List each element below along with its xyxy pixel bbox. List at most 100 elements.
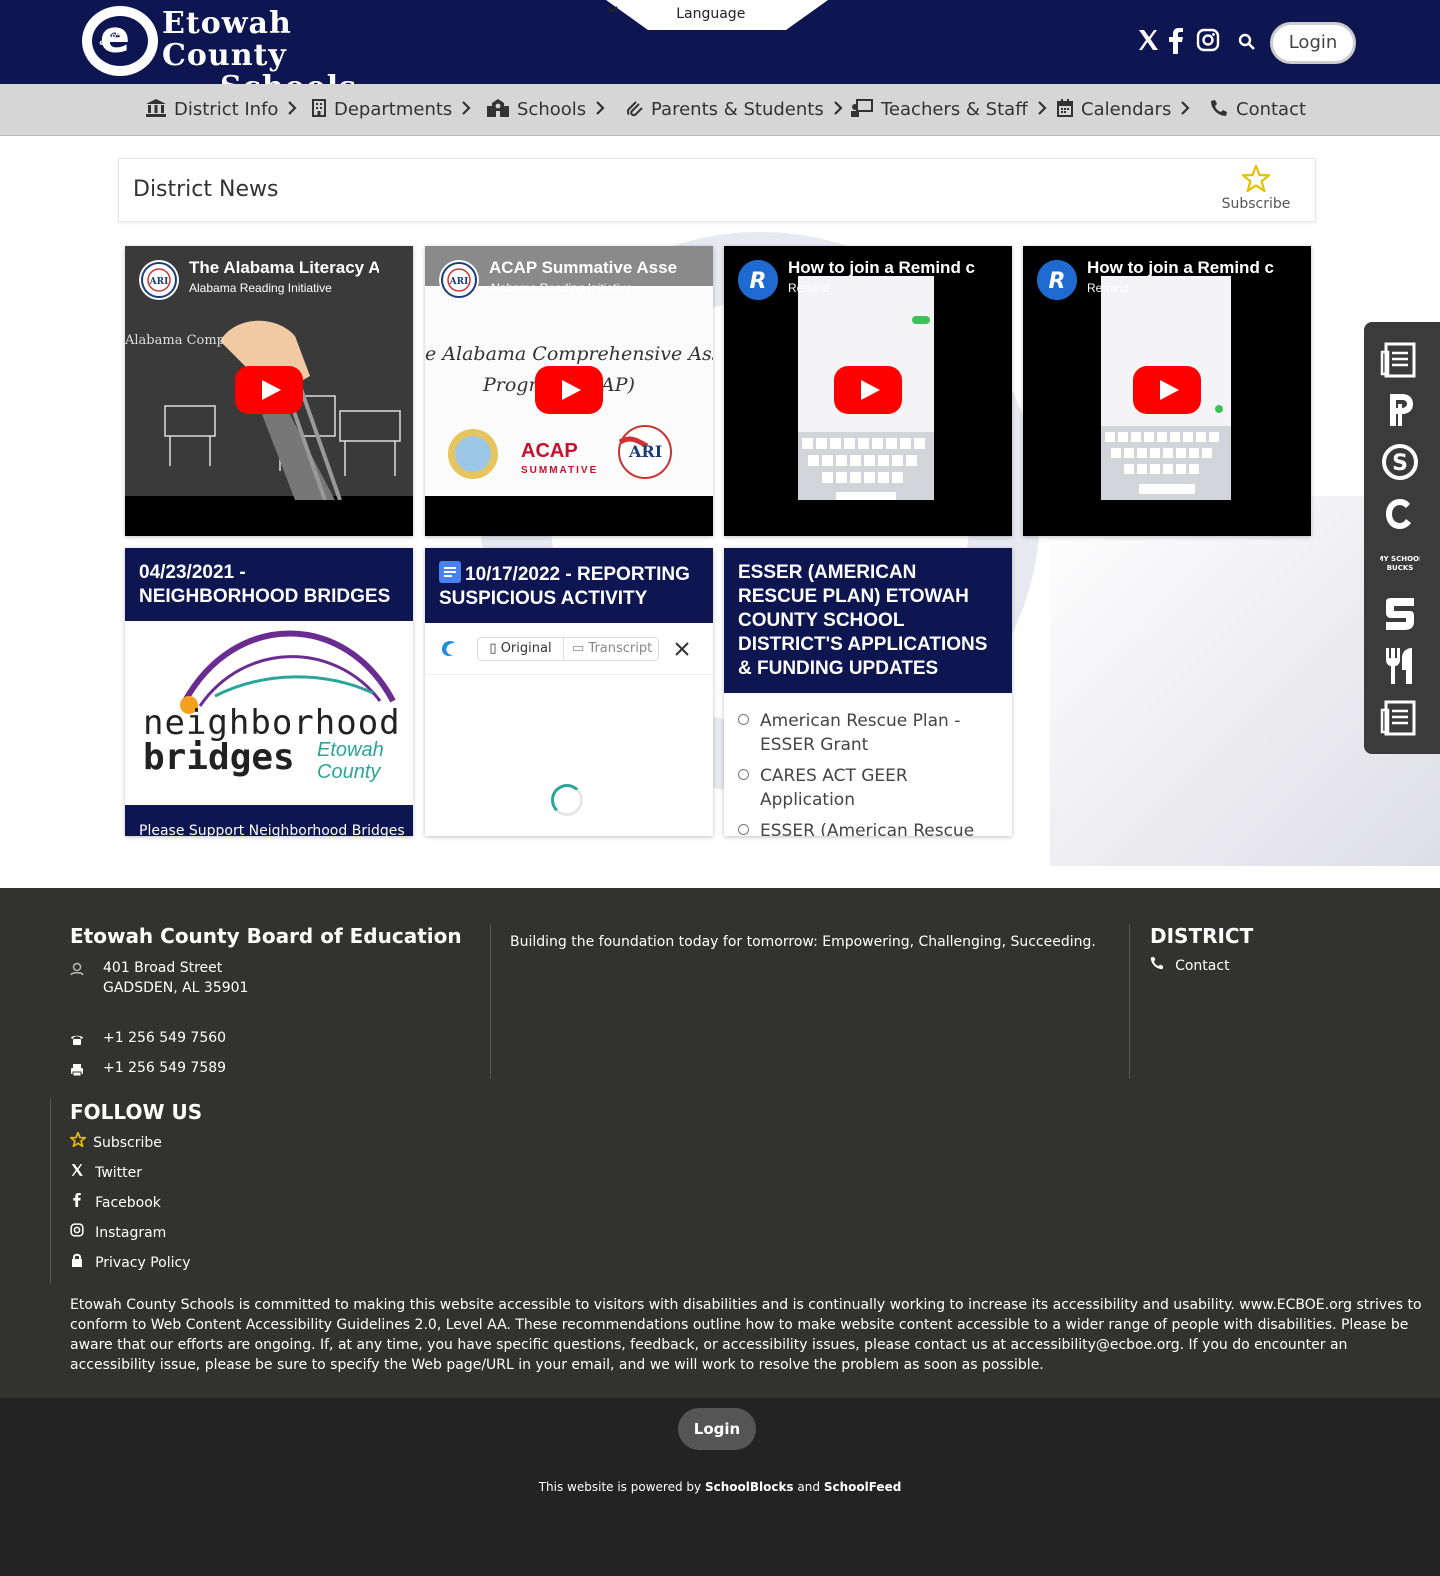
post-heading[interactable]: 04/23/2021 - NEIGHBORHOOD BRIDGES — [125, 548, 413, 621]
calendar-icon — [1057, 86, 1073, 138]
tab-transcript[interactable]: ▭ Transcript — [566, 638, 658, 660]
chevron-right-icon — [833, 84, 843, 136]
chevron-right-icon — [288, 84, 298, 136]
news-post-card[interactable]: 10/17/2022 - REPORTING SUSPICIOUS ACTIVI… — [425, 548, 713, 836]
schoolblocks-link[interactable]: SchoolBlocks — [705, 1480, 794, 1494]
nav-label: Calendars — [1081, 99, 1172, 120]
nav-item-parents-students[interactable]: Parents & Students — [626, 84, 843, 136]
newspaper-icon[interactable] — [1380, 340, 1420, 380]
post-heading[interactable]: 10/17/2022 - REPORTING SUSPICIOUS ACTIVI… — [425, 548, 713, 623]
video-card[interactable]: Alabama Comp ARI The Alabama Literacy A … — [125, 246, 413, 536]
follow-subscribe-link[interactable]: Subscribe — [68, 1130, 162, 1151]
x-twitter-icon[interactable] — [1136, 28, 1160, 56]
fax-number: +1 256 549 7589 — [103, 1060, 227, 1076]
address-line-1: 401 Broad Street — [103, 960, 223, 976]
location-icon — [70, 961, 84, 980]
video-card[interactable]: e Alabama Comprehensive Assessment Progr… — [425, 246, 713, 536]
schoolfeed-link[interactable]: SchoolFeed — [824, 1480, 901, 1494]
facebook-icon[interactable] — [1168, 28, 1184, 58]
close-icon[interactable] — [675, 641, 689, 660]
subscribe-button[interactable]: Subscribe — [1221, 163, 1291, 212]
youtube-play-icon[interactable] — [1133, 366, 1201, 414]
channel-avatar: ARI — [139, 260, 179, 300]
star-icon — [68, 1130, 88, 1151]
schoolfeed-s-icon[interactable] — [1380, 594, 1420, 634]
video-channel: Alabama Reading Initiative — [189, 281, 332, 295]
list-item[interactable]: ESSER (American Rescue Plan) Etowah Coun… — [738, 819, 998, 836]
chevron-right-icon — [596, 84, 605, 136]
esser-link-list: American Rescue Plan - ESSER Grant CARES… — [724, 693, 1012, 836]
youtube-play-icon[interactable] — [834, 366, 902, 414]
acap-logo-text: ACAP — [521, 440, 578, 462]
nav-item-departments[interactable]: Departments — [312, 84, 471, 136]
video-card[interactable]: R How to join a Remind c Remind — [1023, 246, 1311, 536]
nav-label: Parents & Students — [651, 99, 824, 120]
language-selector[interactable]: Language — [606, 0, 828, 30]
dollar-circle-icon[interactable]: S — [1380, 442, 1420, 482]
list-item[interactable]: American Rescue Plan - ESSER Grant — [738, 709, 998, 757]
youtube-play-icon[interactable] — [235, 366, 303, 414]
footer-divider — [1129, 924, 1130, 1079]
school-icon — [487, 86, 509, 138]
post-footer-text: Please Support Neighborhood Bridges — [139, 823, 405, 836]
video-caption-3: AP) — [601, 374, 635, 396]
logo-word-county: County — [317, 761, 381, 783]
follow-twitter-link[interactable]: Twitter — [70, 1162, 142, 1181]
page-title: District News — [133, 177, 279, 202]
video-card[interactable]: R How to join a Remind c Remind — [724, 246, 1012, 536]
circle-bullet-icon — [738, 714, 749, 725]
quick-links-rail: S MY SCHOOLBUCKS — [1364, 322, 1440, 754]
nav-item-schools[interactable]: Schools — [487, 84, 605, 136]
follow-facebook-link[interactable]: Facebook — [70, 1192, 161, 1211]
post-footer: Please Support Neighborhood Bridges — [125, 805, 413, 836]
phone-number[interactable]: +1 256 549 7560 — [103, 1030, 226, 1046]
channel-avatar: ARI — [439, 260, 479, 300]
fork-knife-icon[interactable] — [1380, 646, 1420, 686]
nav-item-calendars[interactable]: Calendars — [1057, 84, 1190, 136]
footer-login-button[interactable]: Login — [678, 1408, 756, 1450]
canvas-c-icon[interactable] — [1380, 494, 1420, 534]
district-logo[interactable]: e ecboe Etowah County Schools — [82, 6, 422, 104]
svg-text:MY SCHOOL: MY SCHOOL — [1380, 555, 1420, 563]
tab-original[interactable]: ▯ Original — [478, 638, 564, 660]
instagram-icon[interactable] — [1196, 28, 1220, 56]
video-title: The Alabama Literacy A — [189, 258, 379, 277]
district-news-header: District News Subscribe — [118, 158, 1316, 222]
chevron-right-icon — [1181, 84, 1190, 136]
nav-item-district-info[interactable]: District Info — [146, 84, 298, 136]
svg-text:R: R — [1049, 269, 1066, 294]
top-header: e ecboe Etowah County Schools Language L… — [0, 0, 1440, 104]
svg-text:BUCKS: BUCKS — [1387, 564, 1414, 572]
ecboe-logo-mark: e ecboe — [82, 6, 158, 76]
district-contact-link[interactable]: Contact — [1150, 955, 1230, 974]
menu-document-icon[interactable] — [1380, 698, 1420, 738]
subscribe-label: Subscribe — [1221, 196, 1291, 212]
svg-text:R: R — [750, 269, 767, 294]
search-icon[interactable] — [1238, 33, 1256, 55]
circle-bullet-icon — [738, 824, 749, 835]
post-heading[interactable]: ESSER (AMERICAN RESCUE PLAN) ETOWAH COUN… — [724, 548, 1012, 693]
youtube-play-icon[interactable] — [535, 366, 603, 414]
chalkboard-teacher-icon — [851, 86, 873, 138]
chevron-right-icon — [1037, 84, 1047, 136]
facebook-icon — [70, 1192, 84, 1211]
nav-item-teachers-staff[interactable]: Teachers & Staff — [851, 84, 1047, 136]
star-icon — [1221, 163, 1291, 196]
accessibility-statement: Etowah County Schools is committed to ma… — [70, 1297, 1422, 1373]
phone-icon — [70, 1031, 84, 1050]
nav-item-contact[interactable]: Contact — [1210, 84, 1306, 136]
list-item[interactable]: CARES ACT GEER Application — [738, 764, 998, 812]
phone-icon — [1150, 955, 1164, 974]
footer-divider — [490, 924, 491, 1079]
instagram-icon — [70, 1222, 84, 1241]
header-login-button[interactable]: Login — [1270, 22, 1356, 64]
privacy-policy-link[interactable]: Privacy Policy — [70, 1252, 191, 1271]
nav-label: Departments — [334, 99, 453, 120]
powerschool-p-icon[interactable] — [1380, 390, 1420, 430]
video-title: How to join a Remind c — [1087, 258, 1275, 277]
video-caption: Alabama Comp — [125, 333, 226, 348]
myschoolbucks-icon[interactable]: MY SCHOOLBUCKS — [1377, 548, 1424, 588]
news-post-card[interactable]: ESSER (AMERICAN RESCUE PLAN) ETOWAH COUN… — [724, 548, 1012, 836]
news-post-card[interactable]: 04/23/2021 - NEIGHBORHOOD BRIDGES neighb… — [125, 548, 413, 836]
follow-instagram-link[interactable]: Instagram — [70, 1222, 166, 1241]
